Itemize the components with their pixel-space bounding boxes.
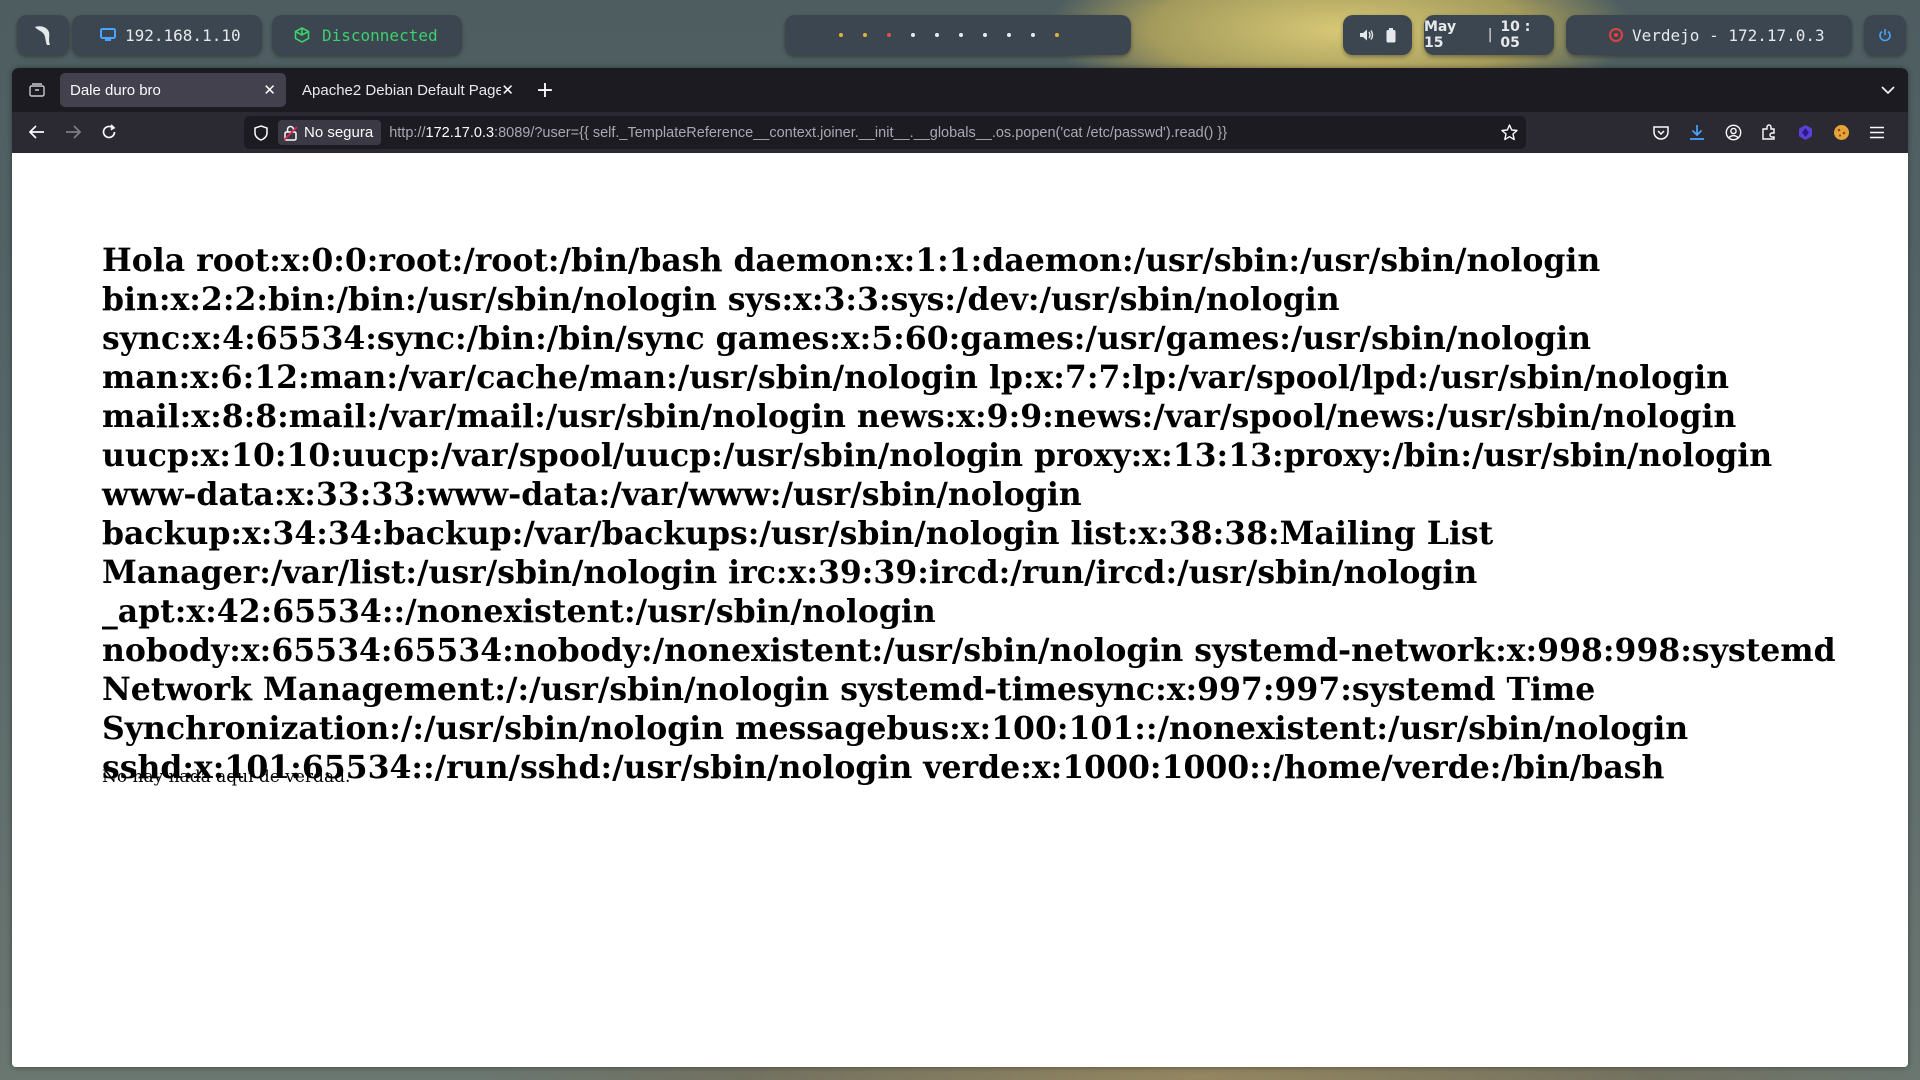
close-tab-icon[interactable]: ✕ xyxy=(263,81,276,99)
tab-title: Apache2 Debian Default Page: It works xyxy=(302,81,502,99)
system-tray[interactable] xyxy=(1343,15,1412,55)
account-icon xyxy=(1725,124,1741,140)
menu-button[interactable] xyxy=(1866,121,1888,143)
navigation-toolbar: No segura http://172.17.0.3:8089/?user={… xyxy=(12,112,1908,153)
url-path: :8089/?user={{ self._TemplateReference__… xyxy=(494,124,1228,141)
tab-inactive[interactable]: Apache2 Debian Default Page: It works ✕ xyxy=(292,73,524,107)
tab-title: Dale duro bro xyxy=(70,81,161,99)
workspace-dot-4[interactable] xyxy=(911,33,915,37)
url-text[interactable]: http://172.17.0.3:8089/?user={{ self._Te… xyxy=(389,125,1227,141)
download-icon xyxy=(1690,125,1704,140)
workspace-dot-8[interactable] xyxy=(1007,33,1011,37)
kali-dragon-icon xyxy=(35,26,50,45)
tab-overview-icon xyxy=(29,83,45,97)
target-widget[interactable]: Verdejo - 172.17.0.3 xyxy=(1566,15,1852,55)
workspace-dot-10[interactable] xyxy=(1055,33,1059,37)
forward-arrow-icon xyxy=(66,125,81,139)
close-tab-icon[interactable]: ✕ xyxy=(501,81,514,99)
address-bar[interactable]: No segura http://172.17.0.3:8089/?user={… xyxy=(244,116,1526,149)
insecure-lock-icon xyxy=(284,125,298,141)
workspace-dot-7[interactable] xyxy=(983,33,987,37)
tracking-shield-icon[interactable] xyxy=(254,125,268,141)
tab-active[interactable]: Dale duro bro ✕ xyxy=(60,73,286,107)
workspace-dot-9[interactable] xyxy=(1031,33,1035,37)
account-button[interactable] xyxy=(1722,121,1744,143)
cookie-extension-icon xyxy=(1833,124,1849,140)
launcher-button[interactable] xyxy=(17,15,69,55)
new-tab-button[interactable]: + xyxy=(530,75,560,105)
page-content: Hola root:x:0:0:root:/root:/bin/bash dae… xyxy=(12,153,1908,1067)
extension-cookie-button[interactable] xyxy=(1830,121,1852,143)
cube-icon xyxy=(294,27,310,43)
hexagon-extension-icon xyxy=(1798,124,1812,140)
forward-button[interactable] xyxy=(62,121,84,143)
workspace-dot-5[interactable] xyxy=(935,33,939,37)
chevron-down-icon xyxy=(1881,86,1895,94)
clock-widget[interactable]: May 15 | 10 : 05 xyxy=(1424,15,1554,55)
reload-button[interactable] xyxy=(98,121,120,143)
url-scheme: http:// xyxy=(389,124,426,141)
extensions-button[interactable] xyxy=(1758,121,1780,143)
vpn-widget[interactable]: Disconnected xyxy=(272,15,462,55)
date-label: May 15 xyxy=(1424,19,1457,51)
workspace-switcher[interactable] xyxy=(785,15,1131,55)
hamburger-menu-icon xyxy=(1870,126,1884,138)
downloads-button[interactable] xyxy=(1686,121,1708,143)
workspace-dot-3[interactable] xyxy=(887,33,891,37)
target-icon xyxy=(1609,28,1623,42)
greeting-heading: Hola root:x:0:0:root:/root:/bin/bash dae… xyxy=(102,242,1836,786)
ip-address: 192.168.1.10 xyxy=(125,25,241,45)
power-icon xyxy=(1879,29,1891,42)
workspace-dot-6[interactable] xyxy=(959,33,963,37)
tab-bar: Dale duro bro ✕ Apache2 Debian Default P… xyxy=(12,68,1908,112)
tab-overview-button[interactable] xyxy=(20,73,54,107)
insecure-connection-badge[interactable]: No segura xyxy=(278,120,382,145)
workspace-dot-2[interactable] xyxy=(863,33,867,37)
info-paragraph: No hay nada aqui de verdad. xyxy=(102,767,351,787)
ip-widget[interactable]: 192.168.1.10 xyxy=(72,15,262,55)
bookmark-star-icon[interactable] xyxy=(1501,124,1518,141)
list-all-tabs-button[interactable] xyxy=(1876,78,1900,102)
puzzle-piece-icon xyxy=(1762,124,1775,140)
vpn-status: Disconnected xyxy=(322,25,438,45)
time-label: 10 : 05 xyxy=(1500,19,1531,51)
security-label: No segura xyxy=(304,124,374,141)
plus-icon: + xyxy=(535,77,555,103)
pocket-icon xyxy=(1653,125,1669,140)
back-arrow-icon xyxy=(29,125,44,139)
url-host: 172.17.0.3 xyxy=(425,124,495,141)
browser-window: Dale duro bro ✕ Apache2 Debian Default P… xyxy=(12,68,1908,1067)
network-icon xyxy=(100,28,116,41)
target-label: Verdejo - 172.17.0.3 xyxy=(1632,25,1825,45)
separator: | xyxy=(1487,27,1493,43)
pocket-button[interactable] xyxy=(1650,121,1672,143)
reload-icon xyxy=(102,124,116,139)
extension-foxyproxy-button[interactable] xyxy=(1794,121,1816,143)
volume-icon[interactable] xyxy=(1359,28,1374,42)
power-button[interactable] xyxy=(1864,15,1906,55)
battery-icon xyxy=(1386,27,1396,42)
back-button[interactable] xyxy=(26,121,48,143)
workspace-dot-1[interactable] xyxy=(839,33,843,37)
